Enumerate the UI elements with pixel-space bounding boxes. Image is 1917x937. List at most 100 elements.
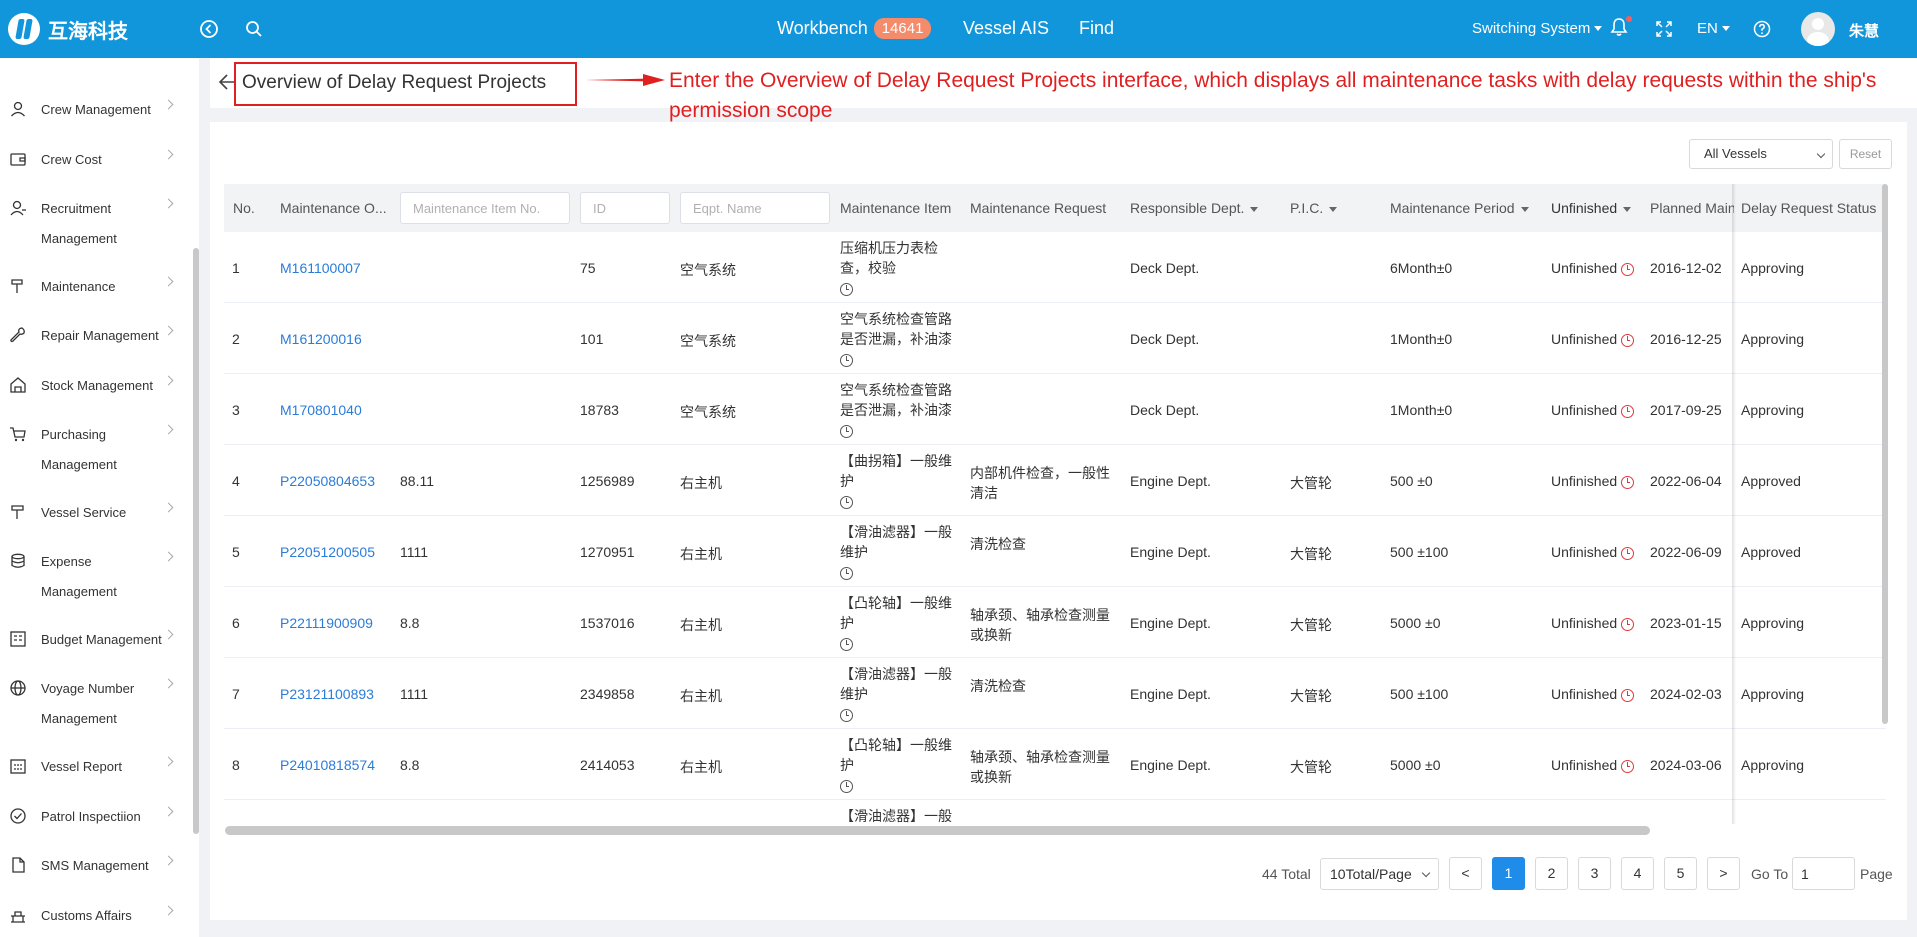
clock-icon[interactable]: [840, 779, 853, 793]
annotation-arrow-icon: [585, 74, 665, 86]
cell-item-no: 1111: [400, 686, 428, 702]
sidebar-item-crew-cost[interactable]: Crew Cost: [0, 143, 190, 173]
order-text[interactable]: P22051200505: [280, 544, 375, 560]
calendar-icon: [10, 759, 26, 774]
sidebar-item-sms-management[interactable]: SMS Management: [0, 849, 190, 879]
cell-item: 【滑油滤器】一般维护: [840, 522, 960, 582]
cell-order[interactable]: P22051200505: [280, 544, 375, 560]
order-text[interactable]: P22111900909: [280, 615, 373, 631]
page-button-3[interactable]: 3: [1578, 857, 1611, 890]
cell-request: 内部机件检查，一般性清洁: [970, 463, 1120, 503]
cell-order[interactable]: P22111900909: [280, 615, 373, 631]
table-row: 2 M161200016 101 空气系统 空气系统检查管路是否泄漏，补油漆 Deck D…: [224, 303, 1886, 374]
no-text: 2: [232, 331, 240, 347]
item-no-text: 8.8: [400, 615, 420, 631]
status-text: Approving: [1741, 331, 1805, 347]
sidebar-item-stock-management[interactable]: Stock Management: [0, 369, 190, 399]
item-text: 【滑油滤器】一般: [840, 808, 952, 824]
switching-system-dropdown[interactable]: Switching System: [1472, 20, 1603, 37]
page-button-1[interactable]: 1: [1492, 857, 1525, 890]
sidebar-item-purchasing-management[interactable]: Purchasing Management: [0, 418, 190, 478]
back-arrow-icon[interactable]: [217, 72, 235, 92]
col-maintenance-period[interactable]: Maintenance Period: [1390, 184, 1529, 232]
maintenance-item-no-input[interactable]: [400, 192, 570, 224]
fullscreen-icon[interactable]: [1652, 17, 1676, 41]
cell-dept: Engine Dept.: [1130, 473, 1211, 489]
vessel-select[interactable]: All Vessels: [1689, 139, 1833, 169]
no-text: 5: [232, 544, 240, 560]
pagination-total: 44 Total: [1262, 866, 1311, 882]
order-text[interactable]: P23121100893: [280, 686, 374, 702]
dept-text: Engine Dept.: [1130, 686, 1211, 702]
sidebar-item-expense-management[interactable]: Expense Management: [0, 545, 190, 605]
sidebar-scrollbar[interactable]: [193, 248, 199, 834]
order-text[interactable]: M161100007: [280, 260, 361, 276]
help-icon[interactable]: [1750, 17, 1774, 41]
order-text[interactable]: P22050804653: [280, 473, 375, 489]
page-button-2[interactable]: 2: [1535, 857, 1568, 890]
logo[interactable]: 互海科技: [8, 12, 128, 46]
cell-order[interactable]: P22050804653: [280, 473, 375, 489]
cell-order[interactable]: M170801040: [280, 402, 362, 418]
document-icon: [12, 857, 25, 873]
sidebar-item-vessel-service[interactable]: Vessel Service: [0, 496, 190, 526]
cell-id: 101: [580, 331, 603, 347]
sidebar-item-customs-affairs[interactable]: Customs Affairs: [0, 899, 190, 929]
cell-id: 2414053: [580, 757, 635, 773]
sidebar-item-label: Maintenance: [41, 279, 116, 294]
clock-icon[interactable]: [840, 566, 853, 580]
id-input[interactable]: [580, 192, 670, 224]
page-size-select[interactable]: 10Total/Page: [1320, 858, 1439, 890]
notification-dot: [1626, 16, 1632, 22]
nav-vessel-ais[interactable]: Vessel AIS: [963, 18, 1049, 39]
goto-page-input[interactable]: [1792, 857, 1855, 890]
table-vertical-scrollbar[interactable]: [1882, 184, 1888, 724]
clock-icon[interactable]: [840, 637, 853, 651]
sidebar-item-vessel-report[interactable]: Vessel Report: [0, 750, 190, 780]
cell-order[interactable]: M161100007: [280, 260, 361, 276]
page-button-5[interactable]: 5: [1664, 857, 1697, 890]
order-text[interactable]: M161200016: [280, 331, 362, 347]
clock-icon[interactable]: [840, 495, 853, 509]
cell-order[interactable]: P23121100893: [280, 686, 374, 702]
search-icon[interactable]: [242, 17, 266, 41]
cell-order[interactable]: M161200016: [280, 331, 362, 347]
col-pic[interactable]: P.I.C.: [1290, 184, 1338, 232]
clock-icon[interactable]: [840, 424, 853, 438]
table-horizontal-scrollbar[interactable]: [225, 826, 1650, 835]
eqpt-name-input[interactable]: [680, 192, 830, 224]
avatar[interactable]: [1801, 12, 1835, 46]
clock-icon[interactable]: [840, 708, 853, 722]
language-dropdown[interactable]: EN: [1697, 20, 1730, 37]
item-text: 【曲拐箱】一般维护: [840, 453, 952, 489]
sidebar-item-maintenance[interactable]: Maintenance: [0, 270, 190, 300]
cell-order[interactable]: P24010818574: [280, 757, 375, 773]
sidebar-item-budget-management[interactable]: Budget Management: [0, 623, 190, 653]
clock-icon[interactable]: [840, 353, 853, 367]
nav-workbench[interactable]: Workbench 14641: [777, 18, 932, 39]
next-page-button[interactable]: >: [1707, 857, 1740, 890]
order-text[interactable]: M170801040: [280, 402, 362, 418]
order-text[interactable]: P24010818574: [280, 757, 375, 773]
clock-icon[interactable]: [840, 282, 853, 296]
sidebar-item-crew-management[interactable]: Crew Management: [0, 93, 190, 123]
logo-text: 互海科技: [48, 18, 128, 43]
overdue-clock-icon: [1621, 262, 1635, 276]
sidebar-item-recruitment-management[interactable]: Recruitment Management: [0, 192, 190, 252]
cell-period: 5000 ±0: [1390, 615, 1441, 631]
cell-id: 18783: [580, 402, 619, 418]
overdue-clock-icon: [1621, 333, 1635, 347]
sidebar-item-patrol-inspection[interactable]: Patrol Inspectiion: [0, 800, 190, 830]
collapse-menu-icon[interactable]: [197, 17, 221, 41]
nav-find[interactable]: Find: [1079, 18, 1114, 39]
col-unfinished[interactable]: Unfinished: [1551, 184, 1632, 232]
page-button-4[interactable]: 4: [1621, 857, 1654, 890]
sidebar-item-voyage-number-management[interactable]: Voyage Number Management: [0, 672, 190, 732]
sidebar-item-repair-management[interactable]: Repair Management: [0, 319, 190, 349]
pic-text: 大管轮: [1290, 475, 1332, 491]
user-name[interactable]: 朱慧: [1849, 20, 1879, 41]
col-responsible-dept[interactable]: Responsible Dept.: [1130, 184, 1259, 232]
prev-page-button[interactable]: <: [1449, 857, 1482, 890]
wrench-icon: [10, 327, 25, 343]
reset-button[interactable]: Reset: [1839, 139, 1892, 169]
